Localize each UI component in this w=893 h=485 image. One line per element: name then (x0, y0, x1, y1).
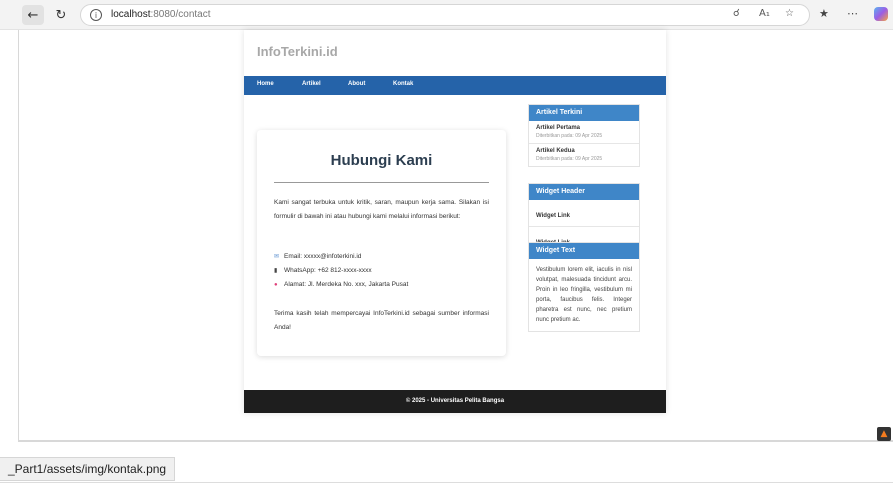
favorites-icon[interactable]: ★ (819, 7, 829, 20)
article-title[interactable]: Artikel Pertama (536, 125, 632, 131)
list-item[interactable]: Artikel Pertama Diterbitkan pada: 09 Apr… (529, 121, 639, 144)
widget-links-header: Widget Header (529, 184, 639, 200)
widget-link[interactable]: Widget Link (536, 213, 570, 219)
read-aloud-icon[interactable]: A₁ (759, 8, 770, 19)
list-item[interactable]: Artikel Kedua Diterbitkan pada: 09 Apr 2… (529, 144, 639, 166)
contact-title: Hubungi Kami (330, 152, 433, 169)
status-url: _Part1/assets/img/kontak.png (0, 457, 176, 481)
contact-card: Hubungi Kami Kami sangat terbuka untuk k… (257, 130, 506, 356)
browser-toolbar: ← ↻ i localhost:8080/contact ☌ A₁ ☆ ★ ⋯ (0, 0, 893, 30)
article-date: Diterbitkan pada: 09 Apr 2025 (536, 156, 603, 162)
contact-intro: Kami sangat terbuka untuk kritik, saran,… (274, 199, 489, 220)
zoom-icon[interactable]: ☌ (733, 8, 740, 19)
star-icon[interactable]: ☆ (785, 8, 794, 19)
arrow-left-icon: ← (27, 7, 39, 23)
widget-latest: Artikel Terkini Artikel Pertama Diterbit… (528, 104, 640, 167)
nav-artikel[interactable]: Artikel (302, 81, 321, 87)
phone-icon: ▮ (274, 268, 278, 274)
envelope-icon: ✉ (274, 254, 280, 260)
widget-latest-header: Artikel Terkini (529, 105, 639, 121)
nav-home[interactable]: Home (257, 81, 274, 87)
info-icon[interactable]: i (90, 9, 102, 21)
contact-email: ✉ Email: xxxxx@infoterkini.id (274, 253, 362, 260)
article-title[interactable]: Artikel Kedua (536, 148, 632, 154)
url-host: localhost (111, 9, 151, 20)
nav-about[interactable]: About (348, 81, 365, 87)
article-date: Diterbitkan pada: 09 Apr 2025 (536, 133, 603, 139)
reload-button[interactable]: ↻ (50, 5, 72, 25)
nav-kontak[interactable]: Kontak (393, 81, 413, 87)
address-bar[interactable]: i localhost:8080/contact ☌ A₁ ☆ (80, 4, 810, 26)
widget-text-body: Vestibulum lorem elit, iaculis in nisl v… (536, 267, 632, 323)
pin-icon: ● (274, 282, 278, 288)
site-page: InfoTerkini.id Home Artikel About Kontak… (244, 30, 666, 413)
widget-text-header: Widget Text (529, 243, 639, 259)
site-footer: © 2025 - Universitas Pelita Bangsa (244, 390, 666, 413)
title-divider (274, 182, 489, 183)
status-divider (0, 482, 893, 483)
main-nav: Home Artikel About Kontak (244, 76, 666, 95)
widget-text: Widget Text Vestibulum lorem elit, iacul… (528, 242, 640, 332)
contact-address: ● Alamat: Jl. Merdeka No. xxx, Jakarta Pu… (274, 281, 409, 288)
back-button[interactable]: ← (22, 5, 44, 25)
url-path: :8080/contact (150, 9, 211, 20)
contact-whatsapp: ▮ WhatsApp: +62 812-xxxx-xxxx (274, 267, 372, 274)
url-text[interactable]: localhost:8080/contact (111, 9, 211, 20)
copilot-icon[interactable] (874, 7, 888, 21)
more-icon[interactable]: ⋯ (847, 7, 858, 20)
flame-icon[interactable]: ▲ (877, 427, 891, 441)
list-item[interactable]: Widget Link (529, 200, 639, 227)
contact-closing: Terima kasih telah mempercayai InfoTerki… (274, 310, 489, 331)
site-brand[interactable]: InfoTerkini.id (257, 44, 338, 59)
reload-icon: ↻ (55, 7, 67, 23)
